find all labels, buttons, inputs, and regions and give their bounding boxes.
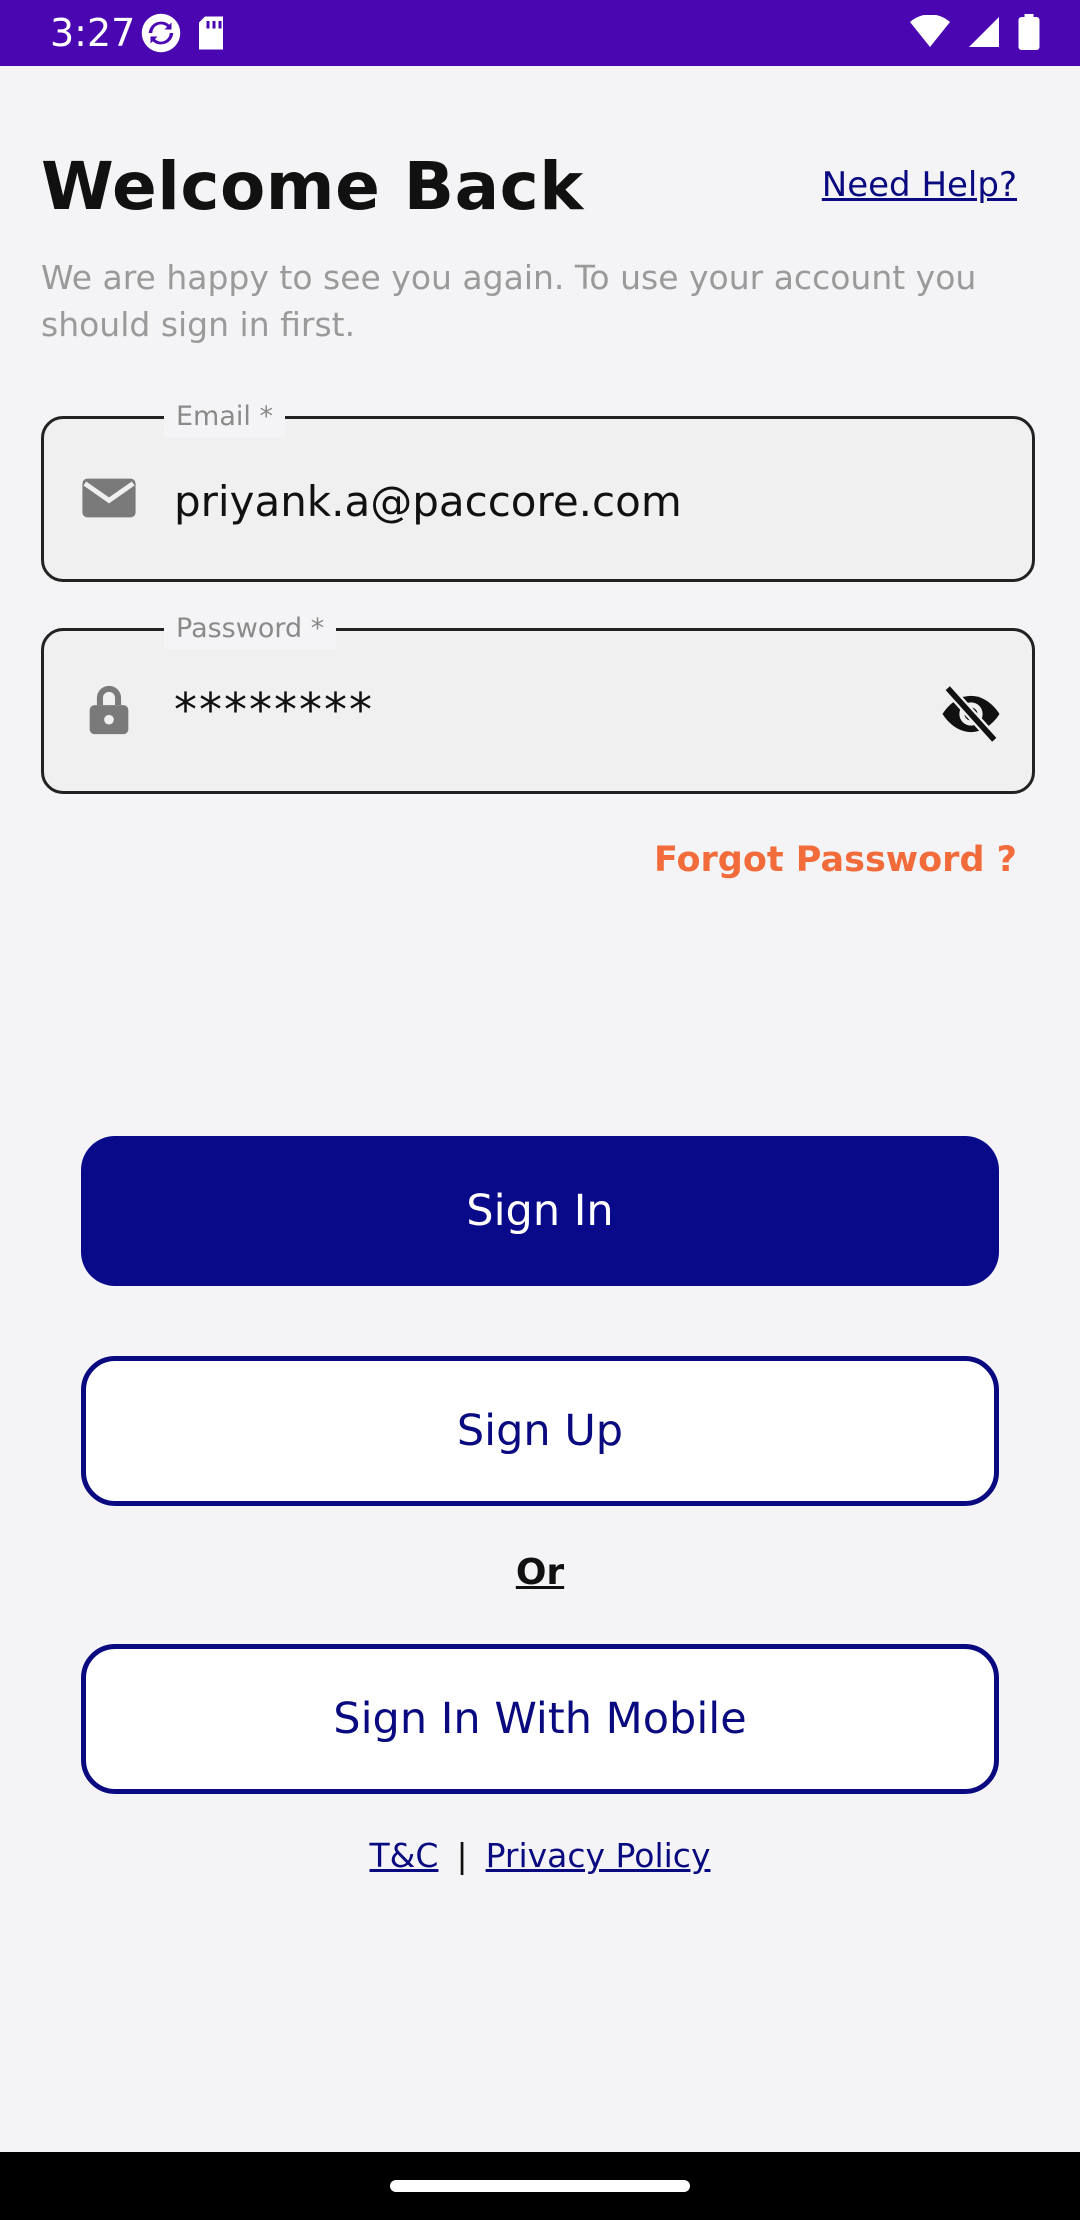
email-field[interactable]: Email * priyank.a@paccore.com — [41, 397, 1035, 582]
footer-links: T&C | Privacy Policy — [0, 1836, 1080, 1875]
password-field[interactable]: Password * ******** — [41, 609, 1035, 794]
sd-card-icon — [199, 16, 223, 50]
password-label: Password * — [164, 609, 337, 649]
signal-icon — [969, 17, 999, 47]
sign-up-button[interactable]: Sign Up — [81, 1356, 999, 1506]
status-right-icons — [910, 14, 1040, 50]
eye-off-icon[interactable] — [940, 683, 1002, 745]
status-left-icons — [140, 12, 226, 54]
wifi-icon — [910, 15, 950, 47]
email-label: Email * — [164, 397, 285, 437]
email-input[interactable]: priyank.a@paccore.com — [174, 477, 682, 526]
sign-in-mobile-button[interactable]: Sign In With Mobile — [81, 1644, 999, 1794]
page-title: Welcome Back — [41, 148, 584, 225]
status-time: 3:27 — [50, 11, 136, 55]
battery-icon — [1018, 14, 1040, 50]
mail-icon — [82, 478, 136, 518]
navigation-bar — [0, 2152, 1080, 2220]
footer-separator: | — [456, 1836, 468, 1875]
home-indicator[interactable] — [390, 2180, 690, 2192]
terms-link[interactable]: T&C — [370, 1836, 439, 1875]
status-bar: 3:27 — [0, 0, 1080, 66]
lock-icon — [89, 685, 129, 735]
sync-icon — [141, 13, 181, 53]
privacy-policy-link[interactable]: Privacy Policy — [486, 1836, 711, 1875]
forgot-password-link[interactable]: Forgot Password ? — [654, 840, 1017, 880]
need-help-link[interactable]: Need Help? — [822, 165, 1017, 205]
or-divider: Or — [515, 1552, 565, 1593]
password-input[interactable]: ******** — [174, 683, 374, 737]
page-subtitle: We are happy to see you again. To use yo… — [41, 258, 977, 344]
sign-in-button[interactable]: Sign In — [81, 1136, 999, 1286]
